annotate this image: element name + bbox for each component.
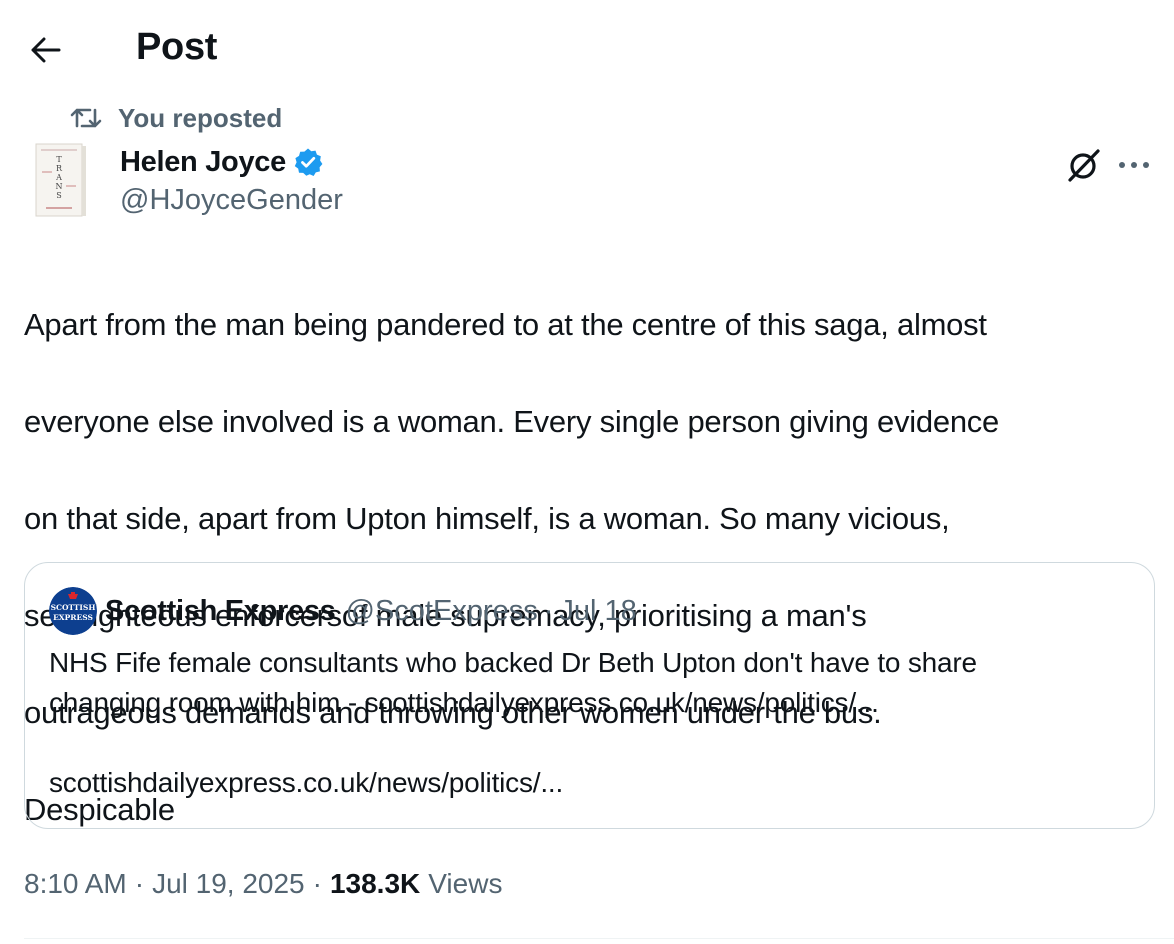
quote-avatar-text-top: SCOTTISH [51, 603, 96, 612]
repost-icon [70, 105, 104, 131]
quote-author-name[interactable]: Scottish Express [105, 595, 336, 628]
quote-text: NHS Fife female consultants who backed D… [49, 643, 1129, 722]
meta-separator: · [134, 868, 145, 899]
grok-icon [1068, 149, 1100, 182]
svg-text:T: T [56, 155, 62, 164]
views-count[interactable]: 138.3K [330, 868, 420, 900]
divider [24, 938, 1174, 939]
post-text-line: everyone else involved is a woman. Every… [24, 403, 1000, 439]
post-header: Post [0, 0, 1174, 96]
meta-separator: · [312, 868, 322, 899]
grok-button[interactable] [1064, 145, 1104, 185]
post-time[interactable]: 8:10 AM [24, 868, 127, 900]
more-options-button[interactable] [1112, 145, 1156, 185]
quote-separator: · [543, 594, 554, 627]
quote-avatar-text-bottom: EXPRESS [53, 613, 93, 622]
quote-link[interactable]: scottishdailyexpress.co.uk/news/politics… [49, 763, 563, 803]
svg-text:R: R [56, 164, 63, 173]
page-title: Post [136, 26, 218, 68]
more-dots-icon [1119, 162, 1149, 168]
post-date[interactable]: Jul 19, 2025 [152, 868, 305, 900]
back-button[interactable] [24, 28, 68, 72]
quote-text-line: changing room with him - scottishdailyex… [49, 686, 879, 718]
post-text-line: Apart from the man being pandered to at … [24, 306, 987, 342]
arrow-left-icon [31, 37, 61, 63]
quote-date[interactable]: Jul 18 [559, 595, 636, 628]
quote-text-line: NHS Fife female consultants who backed D… [49, 647, 977, 678]
repost-label: You reposted [118, 102, 283, 133]
quoted-post-card[interactable]: SCOTTISH EXPRESS Scottish Express @ScotE… [24, 562, 1155, 829]
author-name-row[interactable]: Helen Joyce [120, 142, 323, 182]
verified-badge-icon[interactable] [293, 147, 323, 177]
views-label: Views [428, 868, 503, 899]
quote-avatar[interactable]: SCOTTISH EXPRESS [49, 587, 97, 635]
repost-indicator: You reposted [70, 102, 282, 134]
svg-text:A: A [55, 173, 62, 182]
quote-author-handle[interactable]: @ScotExpress [346, 595, 538, 628]
post-meta: 8:10 AM · Jul 19, 2025 · 138.3K Views [24, 864, 502, 904]
author-name[interactable]: Helen Joyce [120, 146, 286, 179]
author-handle[interactable]: @HJoyceGender [120, 184, 343, 217]
author-avatar[interactable]: T R A N S [24, 142, 94, 218]
quote-header: Scottish Express @ScotExpress · Jul 18 [105, 591, 637, 631]
svg-text:N: N [56, 182, 63, 191]
svg-text:S: S [56, 191, 61, 200]
post-text-line: on that side, apart from Upton himself, … [24, 500, 950, 536]
